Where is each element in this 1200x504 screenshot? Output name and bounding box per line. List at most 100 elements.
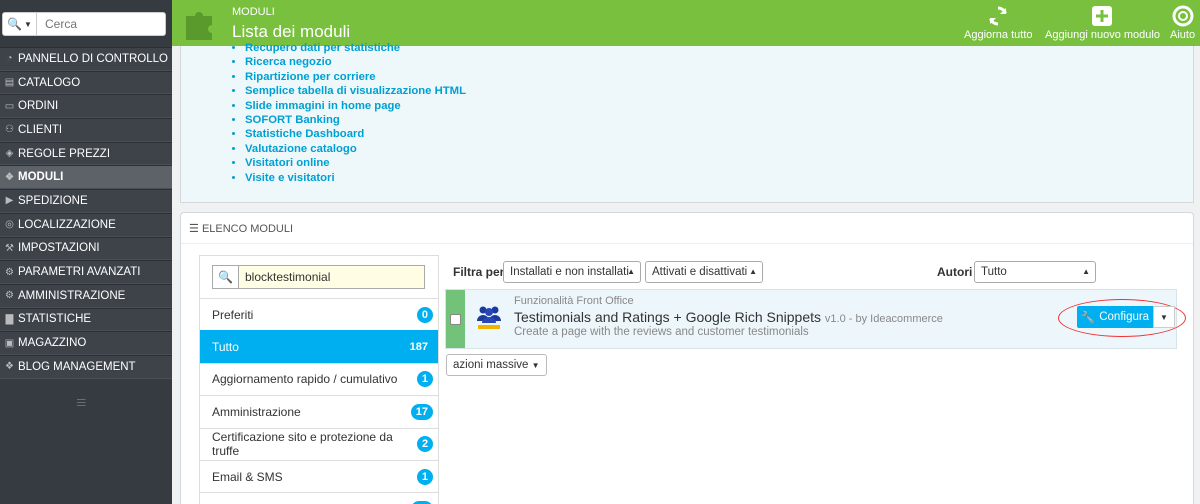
sidebar-item-label: Amministrazione bbox=[18, 289, 126, 302]
cog-icon: ⚙ bbox=[5, 290, 14, 302]
refresh-icon bbox=[989, 6, 1008, 26]
bulk-actions-button[interactable]: azioni massive ▼ bbox=[446, 354, 547, 376]
module-link[interactable]: Visitatori online bbox=[245, 156, 466, 170]
sidebar-nav: ◔ Pannello di controllo ▤ Catalogo ▭ Ordini ⚇ C… bbox=[0, 47, 172, 379]
panel-heading: ☰ Elenco moduli bbox=[189, 222, 293, 235]
category-label: Amministrazione bbox=[212, 404, 301, 419]
panel-heading-label: Elenco moduli bbox=[201, 223, 294, 235]
search-dropdown-button[interactable]: 🔍 ▼ bbox=[3, 13, 37, 35]
sidebar-item-magazzino[interactable]: ▣ Magazzino bbox=[0, 331, 172, 355]
sidebar-item-label: Clienti bbox=[18, 123, 63, 136]
users-icon: ⚇ bbox=[5, 124, 14, 136]
category-item[interactable]: Certificazione sito e protezione da truf… bbox=[200, 427, 438, 460]
module-description: Create a page with the reviews and custo… bbox=[514, 326, 809, 338]
wrench-icon: 🔧 bbox=[1080, 312, 1096, 324]
sidebar-search-input[interactable] bbox=[37, 17, 165, 31]
module-link[interactable]: Slide immagini in home page bbox=[245, 99, 466, 113]
category-item[interactable]: Amministrazione 17 bbox=[200, 395, 438, 427]
cogs-icon: ⚙ bbox=[5, 266, 14, 278]
module-name-list: Recupero dati per statisticheRicerca neg… bbox=[245, 41, 466, 185]
modules-panel: ☰ Elenco moduli 🔍 Preferiti 0 Tutto 187 Aggi… bbox=[180, 212, 1194, 504]
sidebar-item-label: Statistiche bbox=[18, 313, 92, 326]
category-item[interactable]: Preferiti 0 bbox=[200, 298, 438, 330]
puzzle-icon: ❖ bbox=[5, 361, 14, 373]
sidebar-item-label: Moduli bbox=[18, 171, 64, 184]
sidebar-item-clienti[interactable]: ⚇ Clienti bbox=[0, 118, 172, 142]
truck-icon: ▶ bbox=[5, 195, 14, 207]
sidebar-item-label: Blog Management bbox=[18, 360, 136, 373]
inbox-icon: ▣ bbox=[4, 337, 15, 349]
life-ring-icon bbox=[1172, 5, 1194, 27]
module-link[interactable]: SOFORT Banking bbox=[245, 113, 466, 127]
sidebar-item-spedizione[interactable]: ▶ Spedizione bbox=[0, 189, 172, 213]
refresh-all-button[interactable]: Aggiorna tutto bbox=[964, 4, 1033, 41]
sidebar-item-label: Magazzino bbox=[18, 337, 87, 350]
module-list-panel: Recupero dati per statisticheRicerca neg… bbox=[180, 42, 1194, 203]
module-category: Funzionalità Front Office bbox=[514, 295, 634, 307]
module-link[interactable]: Recupero dati per statistiche bbox=[245, 41, 466, 55]
module-link[interactable]: Semplice tabella di visualizzazione HTML bbox=[245, 84, 466, 98]
authors-select[interactable]: Tutto ▲▼ bbox=[974, 261, 1096, 296]
authors-value: Tutto bbox=[981, 266, 1007, 278]
testimonials-logo-icon bbox=[477, 306, 501, 329]
sidebar-item-localizzazione[interactable]: ◎ Localizzazione bbox=[0, 212, 172, 237]
help-button[interactable]: Aiuto bbox=[1170, 4, 1195, 41]
module-search-input[interactable] bbox=[239, 266, 424, 288]
configure-button[interactable]: 🔧 Configura bbox=[1077, 306, 1153, 328]
category-label: Tutto bbox=[212, 340, 239, 355]
sidebar-item-pannello-di-controllo[interactable]: ◔ Pannello di controllo bbox=[0, 47, 172, 71]
caret-down-icon: ▼ bbox=[531, 361, 540, 370]
search-icon: 🔍 bbox=[213, 266, 239, 288]
sidebar-item-parametri-avanzati[interactable]: ⚙ Parametri avanzati bbox=[0, 260, 172, 284]
category-label: Preferiti bbox=[212, 307, 254, 322]
module-checkbox[interactable] bbox=[450, 313, 461, 325]
sidebar-item-moduli[interactable]: ❖ Moduli bbox=[0, 165, 172, 190]
category-item[interactable]: Email & SMS 1 bbox=[200, 459, 438, 492]
module-link[interactable]: Valutazione catalogo bbox=[245, 142, 466, 156]
sidebar-item-blog-management[interactable]: ❖ Blog Management bbox=[0, 354, 172, 379]
add-module-label: Aggiungi nuovo modulo bbox=[1045, 29, 1160, 41]
category-item[interactable]: Tutto 187 bbox=[200, 330, 438, 363]
module-version: v1.0 - by Ideacommerce bbox=[824, 313, 943, 325]
sidebar-item-amministrazione[interactable]: ⚙ Amministrazione bbox=[0, 283, 172, 308]
module-link[interactable]: Visite e visitatori bbox=[245, 171, 466, 185]
sidebar-item-label: Regole prezzi bbox=[18, 147, 111, 160]
active-filter-select[interactable]: Attivati e disattivati ▲▼ bbox=[645, 261, 763, 296]
category-count-badge: 0 bbox=[416, 306, 433, 323]
plus-square-icon bbox=[1092, 6, 1113, 26]
module-title: Testimonials and Ratings + Google Rich S… bbox=[514, 309, 943, 325]
category-item[interactable]: Funzionalità Front Office64 bbox=[200, 492, 438, 504]
help-label: Aiuto bbox=[1170, 29, 1196, 41]
module-link[interactable]: Statistiche Dashboard bbox=[245, 127, 466, 141]
puzzle-icon: ❖ bbox=[5, 171, 14, 183]
sidebar-item-impostazioni[interactable]: ⚒ Impostazioni bbox=[0, 236, 172, 261]
add-module-button[interactable]: Aggiungi nuovo modulo bbox=[1045, 4, 1160, 41]
sidebar-item-ordini[interactable]: ▭ Ordini bbox=[0, 94, 172, 119]
module-link[interactable]: Ricerca negozio bbox=[245, 55, 466, 69]
install-filter-select[interactable]: Installati e non installati ▲▼ bbox=[503, 261, 641, 296]
sidebar-item-regole-prezzi[interactable]: ◈ Regole prezzi bbox=[0, 141, 172, 166]
module-status-bar bbox=[446, 290, 465, 348]
sidebar-item-statistiche[interactable]: ▇ Statistiche bbox=[0, 307, 172, 332]
filter-label: Filtra per bbox=[453, 265, 505, 279]
category-count-badge: 1 bbox=[416, 468, 433, 485]
configure-label: Configura bbox=[1099, 311, 1150, 323]
category-item[interactable]: Aggiornamento rapido / cumulativo 1 bbox=[200, 362, 438, 395]
search-icon: 🔍 bbox=[7, 17, 23, 31]
bar-chart-icon: ▇ bbox=[5, 313, 14, 325]
wrench-icon: ⚒ bbox=[5, 242, 14, 254]
credit-card-icon: ▭ bbox=[4, 100, 15, 112]
active-filter-value: Attivati e disattivati bbox=[652, 266, 748, 278]
sidebar-item-catalogo[interactable]: ▤ Catalogo bbox=[0, 70, 172, 95]
breadcrumb[interactable]: MODULI bbox=[232, 6, 275, 18]
refresh-all-label: Aggiorna tutto bbox=[964, 29, 1033, 41]
tags-icon: ◈ bbox=[5, 148, 14, 160]
configure-dropdown-toggle[interactable]: ▼ bbox=[1153, 306, 1175, 328]
authors-label: Autori bbox=[937, 265, 973, 279]
caret-down-icon: ▼ bbox=[24, 19, 32, 29]
sidebar-item-label: Localizzazione bbox=[18, 218, 116, 231]
category-label: Certificazione sito e protezione da truf… bbox=[212, 430, 393, 459]
module-link[interactable]: Ripartizione per corriere bbox=[245, 70, 466, 84]
sidebar-item-label: Ordini bbox=[18, 100, 59, 113]
collapse-menu-icon[interactable]: ─ ─ ─ bbox=[77, 393, 89, 411]
